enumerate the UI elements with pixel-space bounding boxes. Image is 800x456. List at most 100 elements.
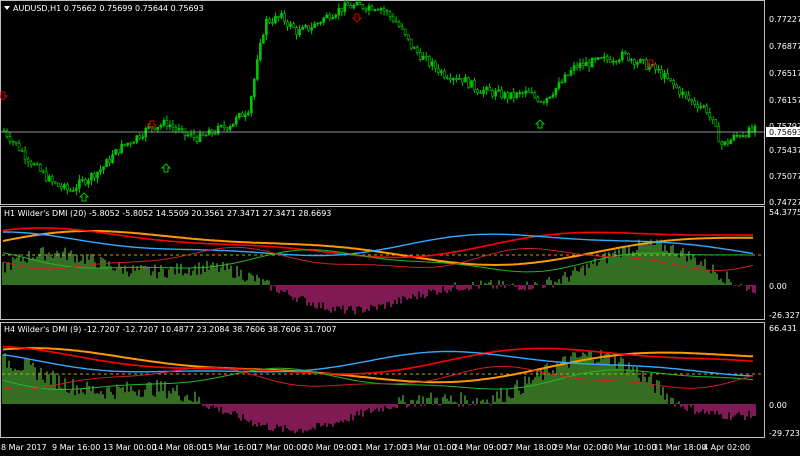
candle-body [14, 141, 18, 144]
candle-body [117, 149, 120, 154]
candle-body [406, 34, 410, 40]
candle-body [554, 87, 558, 96]
candle-body [391, 16, 395, 22]
candle-body [672, 80, 675, 86]
time-label: 30 Mar 10:00 [603, 443, 656, 452]
candle-body [521, 92, 525, 94]
candle-body [123, 143, 126, 146]
candle-body [666, 73, 669, 79]
candle-body [228, 126, 232, 130]
candle-body [608, 59, 612, 63]
candle-body [663, 73, 666, 79]
candle-body [690, 99, 693, 102]
candle-body [108, 159, 111, 163]
candle-body [590, 58, 594, 68]
price-tick: 0.75077 [769, 172, 800, 181]
dmi-h4-tick: 0.00 [769, 401, 787, 410]
candle-body [430, 61, 434, 67]
candle-body [313, 23, 316, 29]
candle-body [732, 135, 736, 141]
candle-body [678, 87, 681, 95]
candle-body [38, 164, 42, 172]
candle-body [376, 9, 380, 11]
candle-body [599, 57, 603, 59]
candle-body [744, 135, 748, 138]
candle-body [699, 106, 703, 109]
candle-body [156, 126, 160, 131]
candle-body [735, 134, 739, 137]
dmi-h4-title: H4 Wilder's DMI (9) -12.7207 -12.7207 10… [4, 325, 336, 334]
candle-body [250, 96, 253, 114]
candle-body [379, 8, 383, 11]
candle-body [696, 104, 699, 109]
candle-body [479, 92, 482, 94]
candle-body [322, 17, 326, 23]
candle-body [617, 59, 621, 62]
candle-body [584, 61, 588, 67]
trading-chart[interactable]: AUDUSD,H1 0.75662 0.75699 0.75644 0.7569… [0, 0, 800, 456]
candle-body [681, 91, 684, 95]
candle-body [259, 42, 262, 60]
candle-body [642, 58, 645, 61]
candle-body [452, 78, 455, 81]
candle-body [539, 101, 543, 103]
candle-body [219, 125, 223, 127]
time-label: 21 Mar 17:00 [353, 443, 406, 452]
candle-body [35, 163, 39, 166]
candle-body [165, 119, 169, 127]
candle-body [418, 52, 422, 60]
candle-body [624, 51, 627, 54]
dmi-h4-tick: 66.431 [769, 324, 797, 333]
candle-body [346, 2, 350, 6]
candle-body [237, 113, 241, 118]
candle-body [530, 92, 534, 94]
candle-body [325, 14, 329, 19]
candle-body [470, 80, 473, 88]
candle-body [132, 141, 135, 144]
candle-body [32, 163, 36, 166]
candle-body [461, 78, 464, 83]
candle-body [69, 189, 72, 192]
candle-body [47, 176, 51, 182]
candle-body [449, 78, 452, 81]
candle-body [388, 11, 392, 17]
candle-body [373, 9, 377, 11]
candle-body [81, 179, 84, 181]
price-tick: 0.76877 [769, 42, 800, 51]
candle-body [675, 84, 678, 89]
candle-body [627, 53, 630, 61]
time-label: 24 Mar 09:00 [453, 443, 506, 452]
dmi-h1-tick: -26.3277 [769, 311, 800, 320]
candle-body [382, 8, 386, 12]
candle-body [551, 94, 555, 98]
candle-body [596, 57, 600, 60]
candle-body [536, 96, 540, 102]
candle-body [370, 5, 374, 11]
candle-body [714, 119, 718, 127]
candle-body [316, 22, 319, 25]
candle-body [506, 92, 509, 99]
candle-body [72, 190, 75, 192]
time-label: 27 Mar 18:00 [503, 443, 556, 452]
candle-body [111, 154, 114, 163]
candle-body [337, 8, 341, 16]
candle-body [78, 179, 81, 189]
candle-body [177, 128, 181, 131]
candle-body [394, 20, 398, 23]
candle-body [527, 90, 531, 93]
time-label: 8 Mar 2017 [1, 443, 47, 452]
candle-body [171, 124, 175, 128]
candle-body [207, 129, 211, 136]
candle-body [515, 92, 519, 98]
candle-body [412, 47, 416, 49]
candle-body [421, 55, 425, 60]
candle-body [385, 10, 389, 13]
candle-body [222, 125, 226, 129]
time-label: 15 Mar 16:00 [203, 443, 256, 452]
candle-body [195, 137, 199, 142]
candle-body [684, 91, 687, 96]
candle-body [702, 105, 706, 108]
candle-body [96, 171, 99, 179]
candle-body [367, 5, 371, 11]
candle-body [280, 13, 283, 18]
